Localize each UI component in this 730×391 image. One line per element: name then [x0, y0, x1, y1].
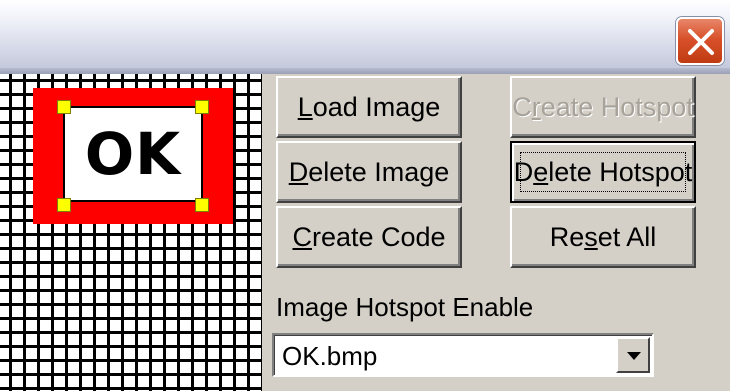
hotspot-handle-top-left[interactable] — [57, 100, 71, 114]
create-hotspot-accelerator: r — [531, 91, 541, 122]
create-code-accelerator: C — [292, 221, 312, 252]
load-image-accelerator: L — [297, 91, 313, 122]
reset-all-accelerator: s — [584, 221, 598, 252]
delete-image-label: elete Image — [308, 156, 450, 187]
reset-all-label-pre: Re — [549, 221, 585, 252]
delete-image-button[interactable]: Delete Image — [276, 141, 462, 203]
image-canvas-grid[interactable]: OK — [0, 74, 262, 391]
load-image-label: oad Image — [312, 91, 441, 122]
reset-all-label: et All — [597, 221, 657, 252]
load-image-button[interactable]: Load Image — [276, 76, 462, 138]
create-hotspot-label: eate Hotspot — [540, 91, 694, 122]
create-hotspot-label-pre: C — [512, 91, 532, 122]
hotspot-handle-top-right[interactable] — [195, 100, 209, 114]
hotspot-handle-bottom-right[interactable] — [195, 198, 209, 212]
image-select-value: OK.bmp — [282, 341, 378, 371]
image-preview[interactable]: OK — [33, 88, 233, 224]
focus-ring — [520, 152, 686, 192]
close-icon — [688, 29, 714, 55]
image-text: OK — [84, 120, 182, 188]
title-bar — [0, 0, 730, 74]
delete-image-accelerator: D — [288, 156, 309, 187]
create-code-button[interactable]: Create Code — [276, 206, 462, 268]
dropdown-arrow-icon[interactable] — [616, 337, 650, 373]
close-button[interactable] — [676, 17, 724, 65]
create-hotspot-button[interactable]: Cr eate Hotspot — [510, 76, 696, 138]
hotspot-region[interactable]: OK — [63, 106, 203, 202]
reset-all-button[interactable]: Re s et All — [510, 206, 696, 268]
create-code-label: reate Code — [311, 221, 446, 252]
delete-hotspot-button[interactable]: De lete Hotspot — [510, 141, 696, 203]
hotspot-handle-bottom-left[interactable] — [57, 198, 71, 212]
hotspot-enable-label: Image Hotspot Enable — [276, 292, 534, 322]
image-select-dropdown[interactable]: OK.bmp — [272, 333, 654, 377]
